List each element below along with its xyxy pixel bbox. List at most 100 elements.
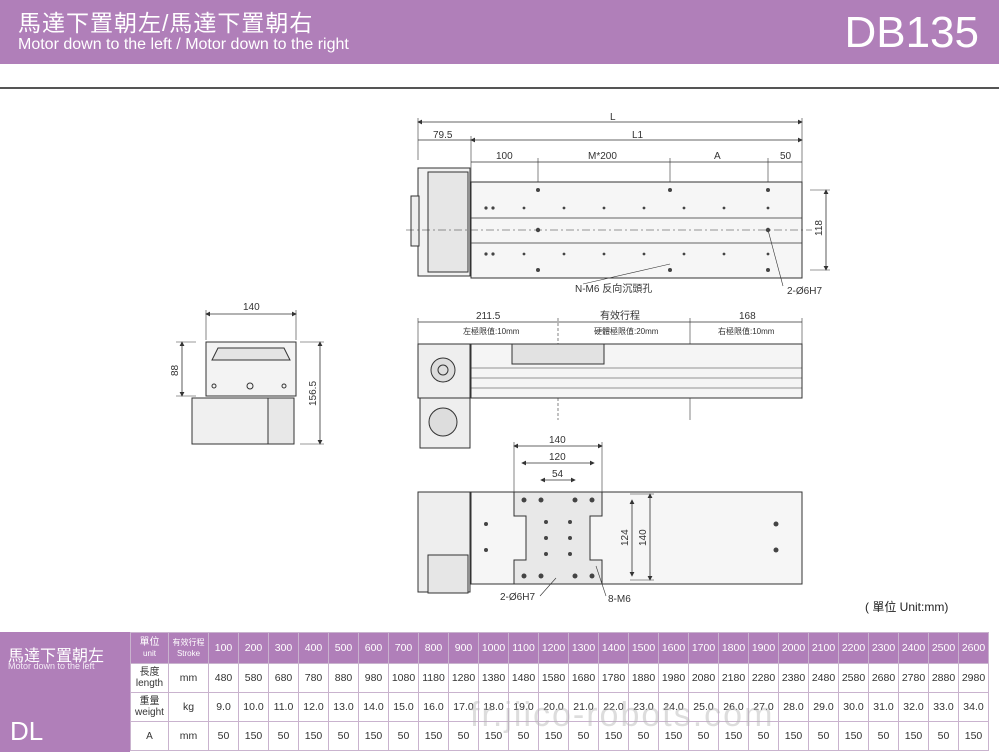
stroke-value: 1200 [538, 632, 569, 664]
row-value: 2380 [778, 663, 809, 693]
row-label: A [130, 721, 169, 751]
page-header: 馬達下置朝左/馬達下置朝右 Motor down to the left / M… [0, 0, 999, 64]
row-value: 680 [268, 663, 299, 693]
spec-code: DL [10, 716, 44, 746]
row-value: 2580 [838, 663, 869, 693]
row-value: 50 [268, 721, 299, 751]
stroke-value: 1100 [508, 632, 539, 664]
stroke-value: 2100 [808, 632, 839, 664]
row-value: 1780 [598, 663, 629, 693]
side-label-stroke: 有效行程 [600, 309, 640, 322]
end-view [176, 310, 324, 445]
row-value: 34.0 [958, 692, 989, 722]
header-unit: 單位 unit [130, 632, 169, 664]
row-unit: mm [168, 663, 209, 693]
row-value: 2180 [718, 663, 749, 693]
stroke-value: 1600 [658, 632, 689, 664]
stroke-value: 800 [418, 632, 449, 664]
row-value: 780 [298, 663, 329, 693]
stroke-value: 200 [238, 632, 269, 664]
side-dim-211-5: 211.5 [476, 311, 501, 322]
row-value: 11.0 [268, 692, 299, 722]
top-view [406, 118, 830, 287]
row-label: 長度 length [130, 663, 169, 693]
label-m6-carriage: 8-M6 [608, 594, 631, 605]
row-value: 13.0 [328, 692, 359, 722]
row-value: 15.0 [388, 692, 419, 722]
stroke-value: 2000 [778, 632, 809, 664]
row-value: 12.0 [298, 692, 329, 722]
row-value: 480 [208, 663, 239, 693]
row-label-en: length [135, 678, 164, 689]
stroke-value: 1300 [568, 632, 599, 664]
stroke-value: 1700 [688, 632, 719, 664]
row-value: 880 [328, 663, 359, 693]
stroke-value: 2600 [958, 632, 989, 664]
header-unit-zh: 單位 [139, 637, 160, 648]
row-value: 1980 [658, 663, 689, 693]
spec-header-row: 單位 unit 有效行程 Stroke 100 200 300 400 500 600 700 800… [130, 632, 989, 664]
row-label-en: weight [135, 707, 164, 718]
row-label-zh: 長度 [139, 667, 160, 678]
row-value: 2880 [928, 663, 959, 693]
stroke-value: 600 [358, 632, 389, 664]
header-unit-en: unit [143, 649, 156, 658]
carriage-dim-140: 140 [549, 435, 566, 446]
dim-m200: M*200 [588, 151, 617, 162]
stroke-value: 300 [268, 632, 299, 664]
row-unit: kg [168, 692, 209, 722]
row-label: 重量 weight [130, 692, 169, 722]
label-pin-carriage: 2-Ø6H7 [500, 592, 535, 603]
header-stroke: 有效行程 Stroke [168, 632, 209, 664]
stroke-value: 500 [328, 632, 359, 664]
row-value: 2480 [808, 663, 839, 693]
note-right-limit: 右極限值:10mm [718, 326, 775, 336]
dim-L1: L1 [632, 130, 644, 141]
row-value: 150 [238, 721, 269, 751]
end-dim-88: 88 [170, 364, 181, 376]
page-subtitle: Motor down to the left / Motor down to t… [18, 36, 349, 53]
row-value: 2080 [688, 663, 719, 693]
note-hardware-limit: 硬體極限值:20mm [594, 326, 659, 336]
row-value: 1480 [508, 663, 539, 693]
stroke-value: 2400 [898, 632, 929, 664]
row-value: 50 [208, 721, 239, 751]
row-value: 50 [388, 721, 419, 751]
watermark: fr.jiico-robots.com [470, 696, 775, 734]
stroke-value: 1900 [748, 632, 779, 664]
row-value: 150 [898, 721, 929, 751]
row-value: 14.0 [358, 692, 389, 722]
row-value: 2680 [868, 663, 899, 693]
row-value: 1080 [388, 663, 419, 693]
side-dim-168: 168 [739, 311, 756, 322]
row-value: 1580 [538, 663, 569, 693]
stroke-value: 1400 [598, 632, 629, 664]
carriage-dim-54: 54 [552, 469, 564, 480]
row-value: 1180 [418, 663, 449, 693]
header-stroke-en: Stroke [176, 649, 201, 658]
row-value: 50 [868, 721, 899, 751]
row-value: 150 [298, 721, 329, 751]
spec-side-panel: 馬達下置朝左 Motor down to the left DL [0, 632, 130, 752]
row-label-zh: 重量 [139, 696, 160, 707]
technical-drawing: L L1 79.5 100 M*200 A 50 118 N-M6 反向沉頭孔 … [170, 112, 830, 605]
row-unit: mm [168, 721, 209, 751]
row-value: 9.0 [208, 692, 239, 722]
row-value: 32.0 [898, 692, 929, 722]
label-pin-top: 2-Ø6H7 [787, 286, 822, 297]
spec-row: 長度 length mm 480 580 680 780 880 980 1080 1180 1280… [130, 663, 989, 693]
stroke-value: 2300 [868, 632, 899, 664]
stroke-value: 2200 [838, 632, 869, 664]
stroke-value: 1000 [478, 632, 509, 664]
row-value: 33.0 [928, 692, 959, 722]
row-value: 1880 [628, 663, 659, 693]
carriage-dim-124: 124 [620, 529, 631, 546]
end-dim-140: 140 [243, 302, 260, 313]
stroke-value: 1500 [628, 632, 659, 664]
row-value: 16.0 [418, 692, 449, 722]
note-left-limit: 左極限值:10mm [463, 326, 520, 336]
stroke-value: 100 [208, 632, 239, 664]
row-value: 150 [838, 721, 869, 751]
row-value: 150 [418, 721, 449, 751]
row-value: 1280 [448, 663, 479, 693]
